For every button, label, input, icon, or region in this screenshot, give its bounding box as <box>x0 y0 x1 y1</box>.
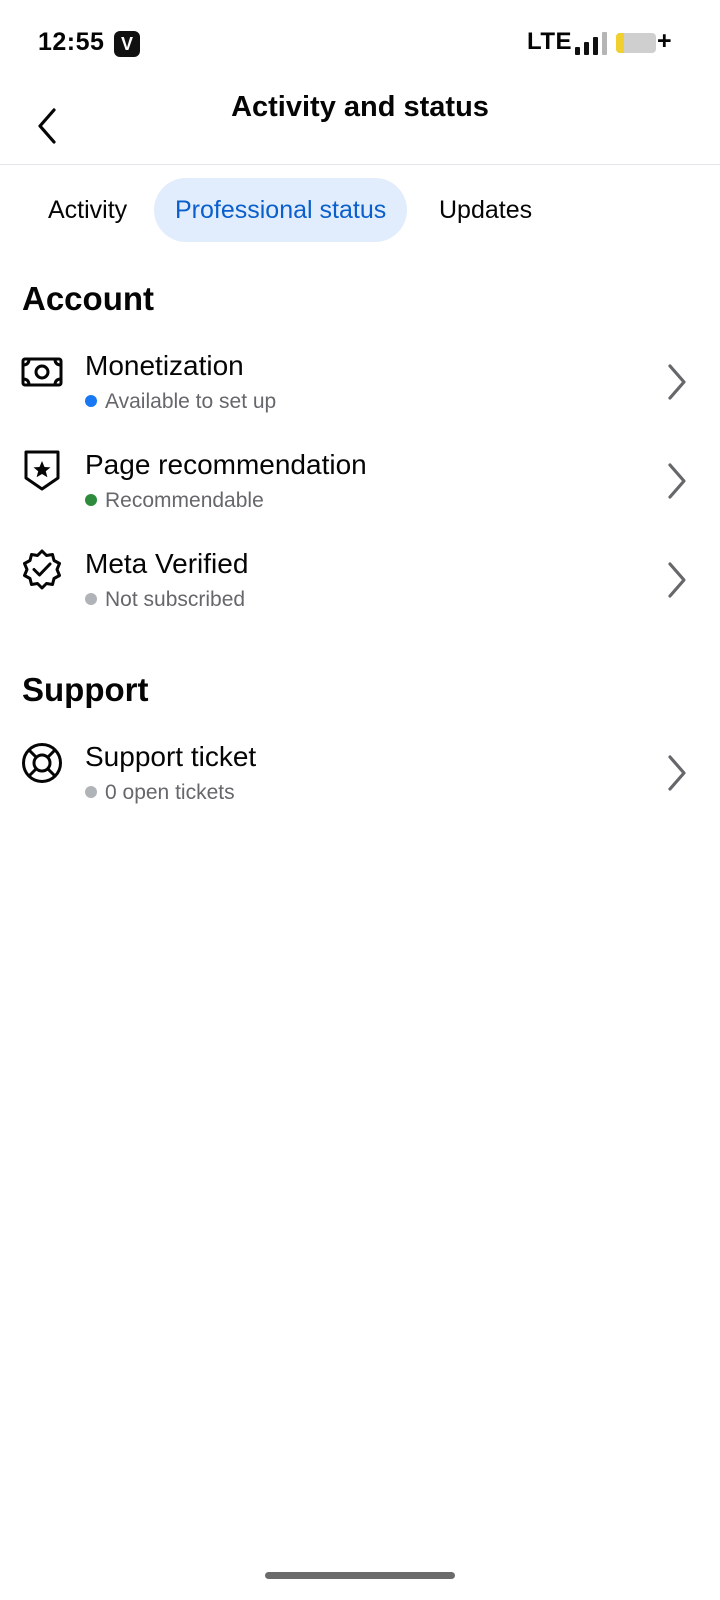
tab-activity[interactable]: Activity <box>48 178 127 242</box>
item-status-text: Available to set up <box>105 390 277 413</box>
item-status: 0 open tickets <box>85 781 235 805</box>
item-title: Monetization <box>85 350 244 381</box>
status-dot <box>85 494 97 506</box>
verified-badge-icon <box>23 549 61 590</box>
list-item-page-recommendation[interactable]: Page recommendation Recommendable <box>0 449 720 549</box>
money-icon <box>21 357 63 387</box>
item-title: Page recommendation <box>85 449 367 480</box>
status-dot <box>85 786 97 798</box>
chevron-right-icon <box>668 562 686 598</box>
chevron-right-icon <box>668 364 686 400</box>
status-dot <box>85 593 97 605</box>
home-indicator[interactable] <box>265 1572 455 1579</box>
shield-star-icon <box>24 450 60 491</box>
lifebuoy-icon <box>22 743 62 783</box>
item-status: Not subscribed <box>85 588 245 612</box>
screen: 12:55 V LTE + Activity and status Activi… <box>0 0 720 1600</box>
signal-icon <box>575 31 607 55</box>
network-type: LTE <box>527 28 573 55</box>
status-bar: 12:55 V LTE + <box>0 0 720 86</box>
account-section-title: Account <box>22 280 154 317</box>
list-item-support-ticket[interactable]: Support ticket 0 open tickets <box>0 741 720 841</box>
chevron-right-icon <box>668 463 686 499</box>
list-item-monetization[interactable]: Monetization Available to set up <box>0 350 720 450</box>
item-title: Support ticket <box>85 741 257 772</box>
item-status-text: 0 open tickets <box>105 781 235 804</box>
list-item-meta-verified[interactable]: Meta Verified Not subscribed <box>0 548 720 648</box>
chevron-right-icon <box>668 755 686 791</box>
tab-bar: Activity Professional status Updates <box>0 178 720 244</box>
battery-icon <box>616 33 656 53</box>
tab-updates[interactable]: Updates <box>439 178 532 242</box>
item-status: Recommendable <box>85 489 264 513</box>
page-title: Activity and status <box>231 91 489 123</box>
item-status: Available to set up <box>85 390 276 414</box>
item-status-text: Not subscribed <box>105 588 246 611</box>
charging-icon: + <box>657 27 672 55</box>
status-dot <box>85 395 97 407</box>
status-time: 12:55 <box>38 28 105 56</box>
app-badge-icon: V <box>114 31 140 57</box>
item-status-text: Recommendable <box>105 489 264 512</box>
support-section-title: Support <box>22 671 149 708</box>
top-app-bar: Activity and status <box>0 86 720 165</box>
tab-professional-status[interactable]: Professional status <box>154 178 408 242</box>
item-title: Meta Verified <box>85 548 249 579</box>
